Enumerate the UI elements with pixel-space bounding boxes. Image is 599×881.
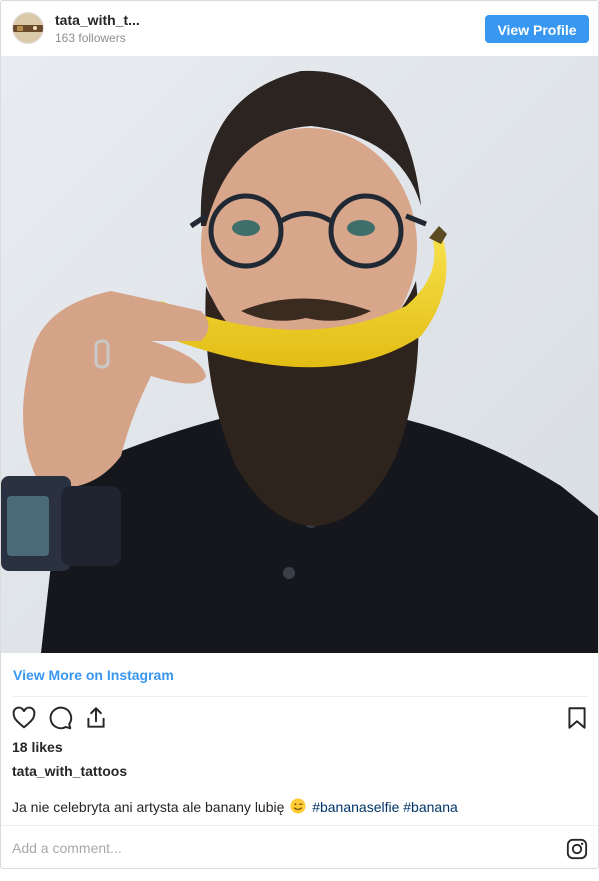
caption: Ja nie celebryta ani artysta ale banany … <box>12 798 458 817</box>
followers-count: 163 followers <box>55 31 126 45</box>
heart-icon[interactable] <box>11 705 37 731</box>
divider <box>13 696 588 697</box>
hashtag-link[interactable]: #bananaselfie <box>312 799 399 815</box>
caption-author[interactable]: tata_with_tattoos <box>12 763 127 779</box>
likes-count[interactable]: 18 likes <box>12 739 63 755</box>
instagram-icon[interactable] <box>566 838 588 860</box>
comment-icon[interactable] <box>47 705 73 731</box>
caption-text: Ja nie celebryta ani artysta ale banany … <box>12 799 285 815</box>
view-more-link[interactable]: View More on Instagram <box>13 667 174 683</box>
instagram-embed-card: tata_with_t... 163 followers View Profil… <box>0 0 599 869</box>
wink-emoji-icon <box>290 798 306 817</box>
bookmark-icon[interactable] <box>564 705 590 731</box>
avatar[interactable] <box>12 12 44 44</box>
comment-bar: Add a comment... <box>1 825 598 868</box>
post-photo[interactable] <box>1 56 598 653</box>
hashtag-link[interactable]: #banana <box>403 799 458 815</box>
header-username[interactable]: tata_with_t... <box>55 12 140 28</box>
post-header: tata_with_t... 163 followers View Profil… <box>1 1 598 55</box>
comment-input[interactable]: Add a comment... <box>12 840 122 856</box>
view-profile-button[interactable]: View Profile <box>485 15 589 43</box>
share-icon[interactable] <box>83 705 109 731</box>
